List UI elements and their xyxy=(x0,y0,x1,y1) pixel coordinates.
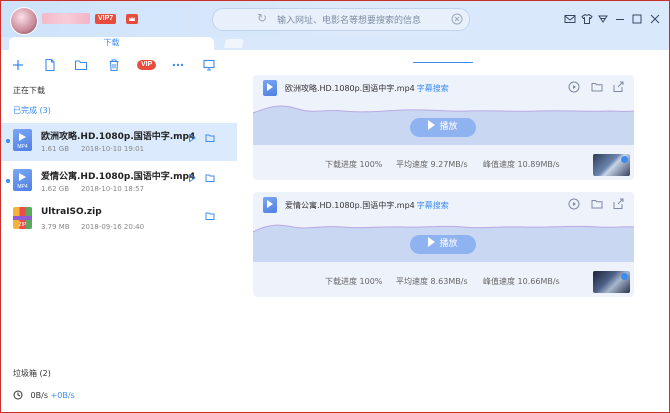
share-icon[interactable] xyxy=(612,81,624,93)
progress-text: 下载进度 100% xyxy=(325,277,383,286)
play-button[interactable]: 播放 xyxy=(410,235,476,254)
open-folder-icon[interactable] xyxy=(205,173,215,183)
share-icon[interactable] xyxy=(612,198,624,210)
file-name: 欧洲攻略.HD.1080p.国语中字.mp4 xyxy=(41,132,196,142)
play-icon xyxy=(428,120,436,130)
monitor-icon[interactable] xyxy=(202,58,216,72)
folder-icon[interactable] xyxy=(74,58,88,72)
upload-speed: +0B/s xyxy=(50,391,75,400)
card-header: 爱情公寓.HD.1080p.国语中字.mp4 字幕搜索 xyxy=(253,192,634,216)
detail-panel: 欧洲攻略.HD.1080p.国语中字.mp4 字幕搜索 播放 下载进度 100%… xyxy=(237,50,669,412)
open-folder-icon[interactable] xyxy=(205,211,215,221)
card-header: 欧洲攻略.HD.1080p.国语中字.mp4 字幕搜索 xyxy=(253,75,634,99)
skin-shirt-icon[interactable] xyxy=(581,13,593,25)
download-card-1: 欧洲攻略.HD.1080p.国语中字.mp4 字幕搜索 播放 下载进度 100%… xyxy=(253,75,634,180)
vip-button[interactable]: VIP xyxy=(137,60,157,70)
subtitle-search-link[interactable]: 字幕搜索 xyxy=(417,201,449,210)
folder-icon[interactable] xyxy=(591,81,603,93)
more-icon[interactable] xyxy=(171,58,185,72)
download-speed: 0B/s xyxy=(30,391,48,400)
tab-bar: 下载 xyxy=(1,37,669,50)
title-bar: VIP7 ‹ › ↻ 输入网址、电影名等想要搜索的信息 xyxy=(1,1,669,37)
username-blurred[interactable] xyxy=(42,13,90,24)
clock-icon[interactable] xyxy=(13,390,23,400)
vip-crown-icon[interactable] xyxy=(126,14,138,24)
trash-icon[interactable] xyxy=(107,58,121,72)
play-icon[interactable] xyxy=(187,173,197,183)
peak-speed: 峰值速度 10.89MB/s xyxy=(483,160,560,169)
zip-file-icon: ZIP xyxy=(13,207,32,229)
scroll-indicator xyxy=(413,62,473,63)
file-size: 1.62 GB xyxy=(41,185,70,193)
new-tab-button[interactable] xyxy=(224,39,244,48)
file-size: 1.61 GB xyxy=(41,145,70,153)
close-icon[interactable] xyxy=(649,13,661,25)
add-icon[interactable] xyxy=(11,58,25,72)
section-trash[interactable]: 垃圾箱 (2) xyxy=(13,368,51,379)
search-bar[interactable]: ↻ 输入网址、电影名等想要搜索的信息 xyxy=(212,8,470,31)
vip-level-badge[interactable]: VIP7 xyxy=(95,14,117,24)
avg-speed: 平均速度 8.63MB/s xyxy=(396,277,468,286)
progress-text: 下载进度 100% xyxy=(325,160,383,169)
play-icon[interactable] xyxy=(187,133,197,143)
file-row-3[interactable]: ZIP UltraISO.zip 3.79 MB 2018-09-16 20:4… xyxy=(1,201,237,239)
play-circle-icon[interactable] xyxy=(568,81,580,93)
play-icon xyxy=(428,237,436,247)
file-date: 2018-10-10 19:01 xyxy=(81,145,145,153)
file-row-1[interactable]: MP4 欧洲攻略.HD.1080p.国语中字.mp4 1.61 GB 2018-… xyxy=(1,123,243,161)
video-file-icon xyxy=(263,197,277,213)
clear-icon[interactable] xyxy=(451,13,463,25)
subtitle-search-link[interactable]: 字幕搜索 xyxy=(417,84,449,93)
file-name: 爱情公寓.HD.1080p.国语中字.mp4 xyxy=(41,172,196,182)
search-input[interactable]: 输入网址、电影名等想要搜索的信息 xyxy=(277,13,421,26)
peak-speed: 峰值速度 10.66MB/s xyxy=(483,277,560,286)
video-file-icon: MP4 xyxy=(13,169,32,191)
maximize-icon[interactable] xyxy=(631,13,643,25)
avatar[interactable] xyxy=(10,7,38,35)
download-card-2: 爱情公寓.HD.1080p.国语中字.mp4 字幕搜索 播放 下载进度 100%… xyxy=(253,192,634,297)
video-thumbnail[interactable] xyxy=(593,154,630,176)
status-dot xyxy=(6,179,10,183)
file-row-2[interactable]: MP4 爱情公寓.HD.1080p.国语中字.mp4 1.62 GB 2018-… xyxy=(1,163,237,201)
minimize-icon[interactable] xyxy=(614,13,626,25)
video-file-icon xyxy=(263,80,277,96)
new-file-icon[interactable] xyxy=(43,58,57,72)
mail-icon[interactable] xyxy=(564,13,576,25)
download-list-panel: VIP 正在下载 已完成 (3) MP4 欧洲攻略.HD.1080p.国语中字.… xyxy=(1,50,243,412)
mobile-badge-icon xyxy=(621,156,628,163)
refresh-icon[interactable]: ↻ xyxy=(257,11,267,25)
menu-icon[interactable] xyxy=(597,13,609,25)
file-date: 2018-09-16 20:40 xyxy=(81,223,145,231)
file-size: 3.79 MB xyxy=(41,223,70,231)
play-button[interactable]: 播放 xyxy=(410,118,476,137)
card-title: 爱情公寓.HD.1080p.国语中字.mp4 字幕搜索 xyxy=(285,201,449,210)
section-downloading[interactable]: 正在下载 xyxy=(13,85,45,96)
tab-download[interactable]: 下载 xyxy=(9,37,214,50)
avg-speed: 平均速度 9.27MB/s xyxy=(396,160,468,169)
open-folder-icon[interactable] xyxy=(205,133,215,143)
card-title: 欧洲攻略.HD.1080p.国语中字.mp4 字幕搜索 xyxy=(285,84,449,93)
app-window: VIP7 ‹ › ↻ 输入网址、电影名等想要搜索的信息 xyxy=(0,0,670,413)
video-thumbnail[interactable] xyxy=(593,271,630,293)
speed-status: 0B/s +0B/s xyxy=(13,390,75,400)
file-name: UltraISO.zip xyxy=(41,207,102,217)
status-dot xyxy=(6,139,10,143)
section-completed[interactable]: 已完成 (3) xyxy=(13,105,51,116)
mobile-badge-icon xyxy=(621,273,628,280)
folder-icon[interactable] xyxy=(591,198,603,210)
video-file-icon: MP4 xyxy=(13,129,32,151)
play-circle-icon[interactable] xyxy=(568,198,580,210)
file-date: 2018-10-10 18:57 xyxy=(81,185,145,193)
